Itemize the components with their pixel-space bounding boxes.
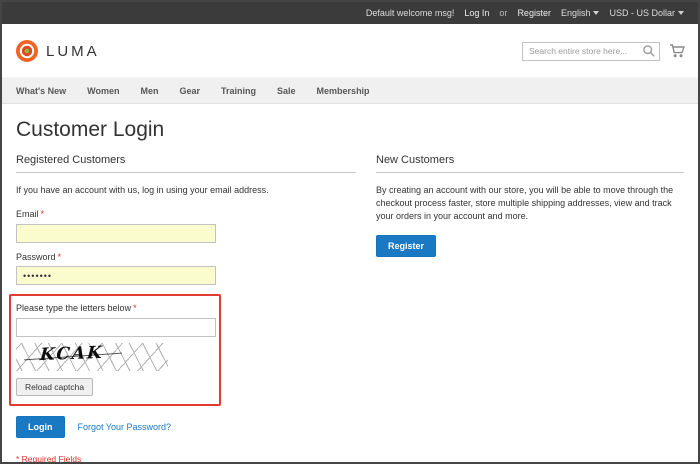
language-switcher[interactable]: English: [561, 8, 600, 18]
luma-logo[interactable]: LUMA: [15, 39, 100, 63]
currency-switcher[interactable]: USD - US Dollar: [609, 8, 684, 18]
captcha-image: KCAK: [16, 343, 168, 371]
captcha-input[interactable]: [16, 318, 216, 337]
nav-item-training[interactable]: Training: [221, 86, 256, 96]
captcha-label: Please type the letters below*: [16, 303, 213, 313]
required-asterisk: *: [58, 252, 62, 262]
login-button[interactable]: Login: [16, 416, 65, 438]
new-customers-text: By creating an account with our store, y…: [376, 184, 684, 223]
nav-item-sale[interactable]: Sale: [277, 86, 296, 96]
search-box: [522, 41, 660, 61]
main-content: Customer Login Registered Customers If y…: [2, 118, 698, 464]
new-customers-section: New Customers By creating an account wit…: [376, 154, 684, 464]
register-button[interactable]: Register: [376, 235, 436, 257]
required-asterisk: *: [133, 303, 137, 313]
registered-customers-heading: Registered Customers: [16, 154, 356, 173]
forgot-password-link[interactable]: Forgot Your Password?: [78, 422, 172, 432]
login-intro-text: If you have an account with us, log in u…: [16, 184, 356, 197]
luma-logo-icon: [15, 39, 39, 63]
password-field[interactable]: [16, 266, 216, 285]
email-label: Email*: [16, 209, 356, 219]
search-input[interactable]: [522, 42, 660, 61]
register-link[interactable]: Register: [517, 8, 551, 18]
required-asterisk: *: [41, 209, 45, 219]
search-icon[interactable]: [642, 44, 656, 58]
nav-item-membership[interactable]: Membership: [317, 86, 370, 96]
nav-item-gear[interactable]: Gear: [180, 86, 201, 96]
login-link[interactable]: Log In: [464, 8, 489, 18]
chevron-down-icon: [593, 11, 599, 15]
login-actions: Login Forgot Your Password?: [16, 416, 356, 438]
email-field[interactable]: [16, 224, 216, 243]
topbar: Default welcome msg! Log In or Register …: [2, 2, 698, 24]
nav-item-women[interactable]: Women: [87, 86, 119, 96]
site-header: LUMA: [2, 24, 698, 77]
captcha-fieldset: Please type the letters below* KCAK Relo…: [9, 294, 221, 406]
language-label: English: [561, 8, 591, 18]
main-navigation: What's New Women Men Gear Training Sale …: [2, 77, 698, 104]
browser-page: Default welcome msg! Log In or Register …: [0, 0, 700, 464]
or-text: or: [499, 8, 507, 18]
required-fields-note: * Required Fields: [16, 454, 356, 464]
registered-customers-section: Registered Customers If you have an acco…: [16, 154, 356, 464]
new-customers-heading: New Customers: [376, 154, 684, 173]
welcome-message: Default welcome msg!: [366, 8, 455, 18]
password-field-group: Password*: [16, 252, 356, 286]
nav-item-whats-new[interactable]: What's New: [16, 86, 66, 96]
cart-icon[interactable]: [669, 43, 686, 59]
captcha-letters: KCAK: [39, 343, 104, 365]
reload-captcha-button[interactable]: Reload captcha: [16, 378, 93, 396]
currency-label: USD - US Dollar: [609, 8, 675, 18]
nav-item-men[interactable]: Men: [141, 86, 159, 96]
page-title: Customer Login: [16, 118, 684, 142]
logo-text: LUMA: [46, 43, 100, 60]
password-label: Password*: [16, 252, 356, 262]
chevron-down-icon: [678, 11, 684, 15]
email-field-group: Email*: [16, 209, 356, 243]
